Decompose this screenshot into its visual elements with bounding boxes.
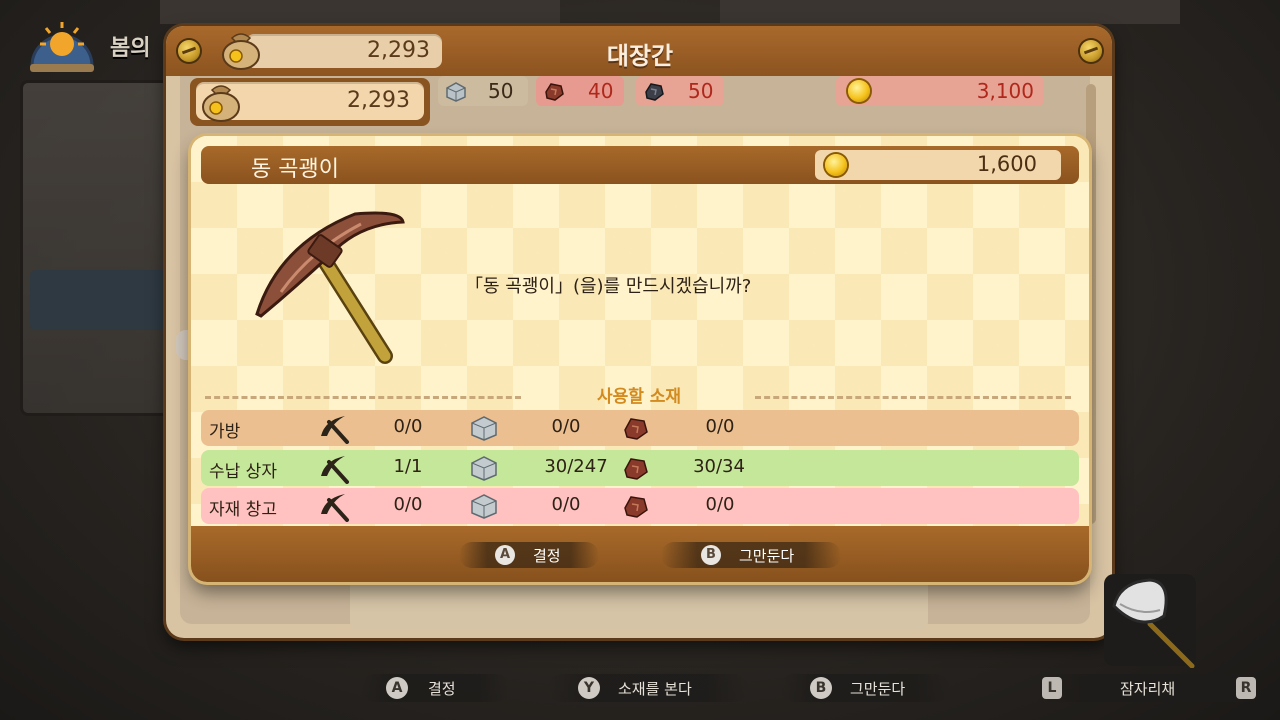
scene-wall-left bbox=[160, 0, 560, 24]
row-label: 수납 상자 bbox=[209, 462, 277, 482]
item-price-pill: 1,600 bbox=[815, 150, 1061, 180]
a-button-icon: A bbox=[386, 677, 408, 699]
header-money-value: 2,293 bbox=[367, 38, 430, 63]
iron-ore-icon bbox=[645, 83, 664, 101]
hint-confirm-label: 결정 bbox=[428, 680, 456, 698]
confirm-question: 「동 곡괭이」(을)를 만드시겠습니까? bbox=[465, 276, 752, 297]
material-stone-value: 50 bbox=[488, 79, 514, 103]
b-button-icon: B bbox=[810, 677, 832, 699]
dialog-header: 동 곡괭이 1,600 bbox=[201, 146, 1079, 184]
pickaxe-icon bbox=[321, 416, 349, 444]
row-tool-count: 1/1 bbox=[393, 456, 423, 477]
divider-right bbox=[755, 396, 1071, 399]
divider-left bbox=[205, 396, 521, 399]
material-price-value: 3,100 bbox=[976, 79, 1034, 103]
scene-shelf-lower bbox=[30, 270, 170, 330]
item-price: 1,600 bbox=[976, 152, 1037, 176]
hint-cancel[interactable]: B 그만둔다 bbox=[780, 674, 950, 702]
gold-coin-icon bbox=[825, 154, 847, 176]
a-button-icon: A bbox=[495, 545, 515, 565]
copper-ore-icon bbox=[624, 458, 648, 480]
hint-tool-switch[interactable]: L 잠자리채 R bbox=[1036, 674, 1266, 702]
cancel-label: 그만둔다 bbox=[739, 547, 795, 565]
craft-confirm-dialog: 동 곡괭이 1,600 「동 곡괭이」(을)를 만드시겠습니까? 사용할 소재 … bbox=[191, 136, 1089, 582]
pickaxe-icon bbox=[321, 456, 349, 484]
materials-title: 사용할 소재 bbox=[596, 387, 682, 407]
pickaxe-icon bbox=[321, 494, 349, 522]
screw-right-icon bbox=[1080, 40, 1102, 62]
row-tool-count: 0/0 bbox=[393, 416, 423, 437]
copper-ore-icon bbox=[624, 496, 648, 518]
confirm-label: 결정 bbox=[533, 547, 561, 565]
shop-title: 대장간 bbox=[606, 42, 674, 70]
stone-block-icon bbox=[446, 82, 466, 102]
material-iron-pill: 50 bbox=[636, 76, 724, 106]
material-iron-value: 50 bbox=[688, 79, 714, 103]
row-stone-count: 30/247 bbox=[544, 456, 608, 477]
stone-block-icon bbox=[471, 494, 497, 519]
dialog-footer: A 결정 B 그만둔다 bbox=[191, 526, 1089, 582]
scene-wall-right bbox=[720, 0, 1180, 24]
row-label: 가방 bbox=[209, 422, 241, 442]
season-label: 봄의 bbox=[110, 36, 151, 61]
hint-cancel-label: 그만둔다 bbox=[850, 680, 906, 698]
hint-view-materials-label: 소재를 본다 bbox=[618, 680, 692, 698]
source-row-warehouse: 자재 창고 0/0 0/0 0/0 bbox=[201, 488, 1079, 524]
copper-ore-icon bbox=[624, 418, 648, 440]
material-copper-pill: 40 bbox=[536, 76, 624, 106]
confirm-button[interactable]: A 결정 bbox=[459, 542, 599, 568]
source-row-storage-box: 수납 상자 1/1 30/247 30/34 bbox=[201, 450, 1079, 486]
hint-confirm[interactable]: A 결정 bbox=[360, 674, 510, 702]
b-button-icon: B bbox=[701, 545, 721, 565]
header-money-pill: 2,293 bbox=[246, 34, 442, 68]
material-copper-value: 40 bbox=[588, 79, 614, 103]
season-emblem-icon bbox=[30, 22, 94, 72]
bug-net-icon bbox=[1112, 578, 1195, 668]
money-bag-icon bbox=[222, 33, 260, 70]
gold-coin-icon bbox=[848, 80, 870, 102]
hint-tool-label: 잠자리채 bbox=[1120, 680, 1176, 698]
hint-view-materials[interactable]: Y 소재를 본다 bbox=[548, 674, 748, 702]
copper-pickaxe-icon bbox=[255, 211, 405, 364]
row-tool-count: 0/0 bbox=[393, 494, 423, 515]
row-label: 자재 창고 bbox=[209, 500, 277, 520]
y-button-icon: Y bbox=[578, 677, 600, 699]
row-ore-count: 30/34 bbox=[693, 456, 745, 477]
row-ore-count: 0/0 bbox=[705, 416, 735, 437]
material-stone-pill: 50 bbox=[438, 76, 528, 106]
stone-block-icon bbox=[471, 416, 497, 441]
row-stone-count: 0/0 bbox=[551, 494, 581, 515]
current-money-value: 2,293 bbox=[347, 88, 410, 113]
scene-shelf bbox=[20, 80, 186, 416]
money-bag-icon bbox=[202, 85, 240, 122]
material-price-pill: 3,100 bbox=[836, 76, 1044, 106]
stone-block-icon bbox=[471, 456, 497, 481]
item-name: 동 곡괭이 bbox=[251, 157, 339, 182]
copper-ore-icon bbox=[545, 83, 564, 101]
r-button-icon: R bbox=[1236, 677, 1256, 699]
row-ore-count: 0/0 bbox=[705, 494, 735, 515]
l-button-icon: L bbox=[1042, 677, 1062, 699]
cancel-button[interactable]: B 그만둔다 bbox=[661, 542, 841, 568]
source-row-bag: 가방 0/0 0/0 0/0 bbox=[201, 410, 1079, 446]
row-stone-count: 0/0 bbox=[551, 416, 581, 437]
screw-left-icon bbox=[178, 40, 200, 62]
